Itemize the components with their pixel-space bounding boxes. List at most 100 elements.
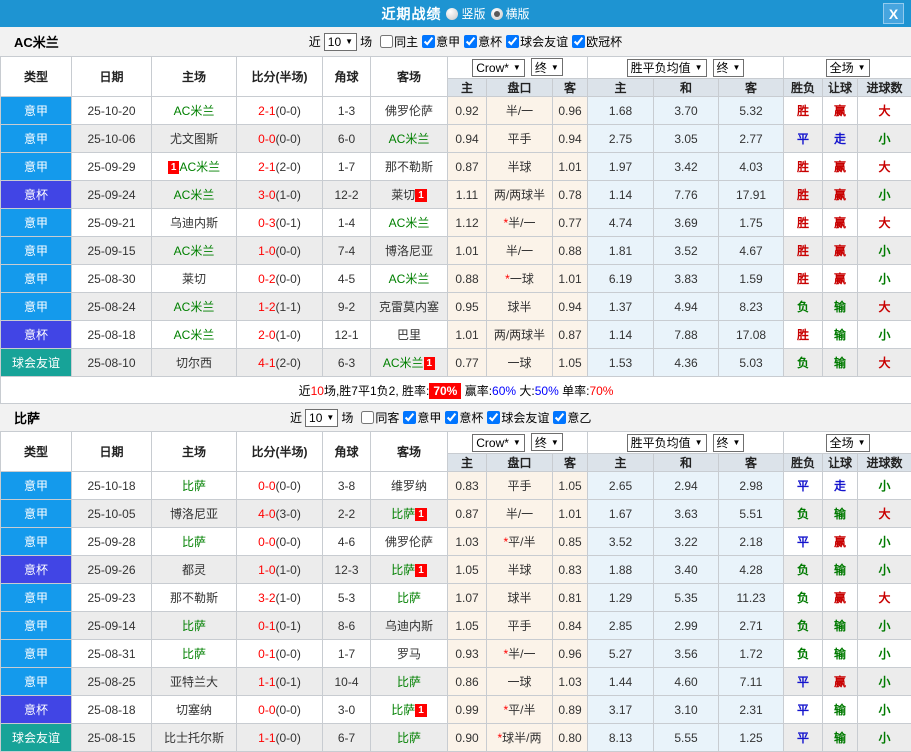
score-cell: 0-0(0-0) [236, 527, 323, 556]
corner-cell: 6-0 [322, 124, 371, 153]
league-checkbox-2[interactable] [487, 411, 501, 424]
summary-part-9: 70% [589, 383, 614, 398]
handicap-line-text: 半/一 [508, 216, 536, 230]
league-checkbox-1[interactable] [445, 411, 459, 424]
away-team-name: 巴里 [396, 328, 421, 342]
odds-home-cell: 0.86 [447, 667, 487, 696]
final-avg-select[interactable]: 终 ▼ [712, 433, 745, 452]
odds-group-header: Crow* ▼ 终 ▼ [446, 56, 589, 79]
full-time-score: 0-0 [258, 534, 276, 549]
handicap-line-cell: 半/一 [486, 96, 553, 125]
handicap-result-cell: 输 [822, 555, 859, 584]
home-team-cell: AC米兰 [151, 180, 237, 209]
final-odds-select[interactable]: 终 ▼ [530, 58, 563, 77]
away-team-name: 比萨 [391, 507, 416, 521]
date-cell: 25-08-18 [71, 695, 152, 724]
avg-draw-cell: 4.60 [653, 667, 720, 696]
score-cell: 0-1(0-1) [236, 611, 323, 640]
avg-draw-cell: 3.69 [653, 208, 720, 237]
avg-draw-cell: 7.76 [653, 180, 720, 209]
avg-select[interactable]: 胜平负均值 ▼ [626, 433, 707, 452]
recent-count-select[interactable]: 10 ▼ [305, 408, 339, 427]
league-checkbox-0[interactable] [403, 411, 417, 424]
match-type-cell: 意甲 [0, 639, 72, 668]
result-cell: 胜 [783, 236, 824, 265]
result-cell: 平 [783, 527, 824, 556]
avg-home-cell: 6.19 [587, 264, 655, 293]
date-cell: 25-08-15 [71, 723, 152, 752]
handicap-line-cell: *平/半 [486, 695, 553, 724]
column-header-9: 主 [587, 453, 655, 472]
half-time-score: (0-0) [275, 478, 301, 493]
league-checkbox-3[interactable] [553, 411, 567, 424]
final-odds-select[interactable]: 终 ▼ [530, 433, 563, 452]
avg-away-cell: 4.67 [718, 236, 785, 265]
layout-radio-1[interactable] [490, 7, 503, 20]
league-checkbox-1[interactable] [464, 35, 478, 48]
handicap-line-cell: *球半/两 [486, 723, 553, 752]
score-cell: 0-2(0-0) [236, 264, 323, 293]
result-cell: 胜 [783, 208, 824, 237]
corner-cell: 4-5 [322, 264, 371, 293]
handicap-line-cell: 一球 [486, 667, 553, 696]
half-time-score: (0-0) [275, 271, 301, 286]
match-type-cell: 意杯 [0, 695, 72, 724]
handicap-line-text: 球半 [507, 300, 532, 314]
header-row-groups: 类型 日期 主场 比分(半场) 角球 客场 Crow* ▼ 终 ▼ 胜平负均值 ▼ 终 ▼ 全场 ▼ [0, 56, 911, 97]
match-type-cell: 意甲 [0, 471, 72, 500]
close-button[interactable]: X [883, 3, 904, 24]
date-cell: 25-09-26 [71, 555, 152, 584]
league-checkbox-3[interactable] [572, 35, 586, 48]
scope-select[interactable]: 全场 ▼ [825, 433, 870, 452]
goals-result-cell: 大 [857, 152, 911, 181]
recent-count-select[interactable]: 10 ▼ [323, 32, 358, 51]
score-cell: 3-2(1-0) [236, 583, 323, 612]
half-time-score: (0-1) [275, 215, 301, 230]
score-cell: 2-0(1-0) [236, 320, 323, 349]
date-cell: 25-09-21 [71, 208, 152, 237]
avg-draw-cell: 2.94 [653, 471, 720, 500]
score-cell: 4-0(3-0) [236, 499, 323, 528]
odds-away-cell: 0.78 [551, 180, 589, 209]
full-time-score: 3-2 [258, 590, 276, 605]
handicap-line-text: 平/半 [508, 535, 536, 549]
column-header-10: 和 [653, 453, 720, 472]
handicap-result-cell: 赢 [822, 96, 859, 125]
goals-result-cell: 小 [857, 639, 911, 668]
handicap-result-cell: 赢 [822, 152, 859, 181]
handicap-line-text: 半/一 [505, 244, 534, 258]
same-venue-checkbox[interactable] [380, 35, 394, 48]
handicap-result-cell: 赢 [822, 583, 859, 612]
same-venue-checkbox[interactable] [361, 411, 375, 424]
summary-part-0: 近 [298, 383, 311, 398]
home-team-name: 比士托尔斯 [163, 731, 224, 745]
date-cell: 25-08-25 [71, 667, 152, 696]
home-team-cell: 比萨 [151, 471, 237, 500]
avg-home-cell: 3.52 [587, 527, 655, 556]
avg-home-cell: 1.68 [587, 96, 655, 125]
score-cell: 2-1(0-0) [236, 96, 323, 125]
league-checkbox-0[interactable] [422, 35, 436, 48]
match-type-cell: 意甲 [0, 236, 72, 265]
result-cell: 胜 [783, 152, 824, 181]
home-team-name: 比萨 [181, 619, 206, 633]
layout-radio-0[interactable] [446, 7, 459, 20]
avg-draw-cell: 5.55 [653, 723, 720, 752]
summary-cell: 近10场,胜7平1负2, 胜率: 70% 赢率:60% 大:50% 单率:70% [0, 376, 911, 404]
full-time-score: 3-0 [258, 187, 276, 202]
final-avg-select[interactable]: 终 ▼ [712, 58, 745, 77]
handicap-result-cell: 输 [822, 292, 859, 321]
away-team-name: 罗马 [396, 647, 421, 661]
home-team-cell: AC米兰 [151, 320, 237, 349]
filter-controls: 近 10 ▼ 场同主 意甲 意杯 球会友谊 欧冠杯 [309, 32, 622, 51]
scope-select[interactable]: 全场 ▼ [825, 58, 870, 77]
corner-cell: 2-2 [322, 499, 371, 528]
date-cell: 25-09-15 [71, 236, 152, 265]
odds-source-select[interactable]: Crow* ▼ [472, 58, 525, 77]
league-checkbox-2[interactable] [506, 35, 520, 48]
odds-source-select[interactable]: Crow* ▼ [472, 433, 525, 452]
avg-draw-cell: 4.94 [653, 292, 720, 321]
page-title-team: AC米兰 [14, 35, 59, 50]
avg-select[interactable]: 胜平负均值 ▼ [626, 58, 707, 77]
handicap-line-cell: 球半 [486, 292, 553, 321]
